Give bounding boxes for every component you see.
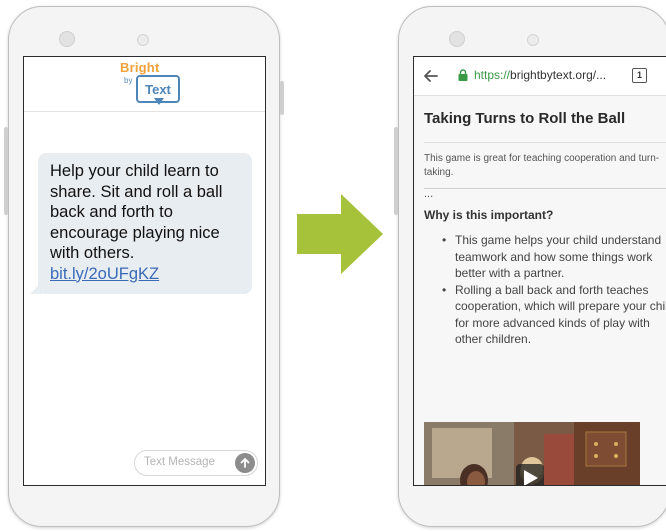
message-text: Help your child learn to share. Sit and … xyxy=(50,162,223,262)
logo-speech-tail xyxy=(154,98,164,105)
front-camera xyxy=(137,34,149,46)
browser-screen: https://brightbytext.org/... 1 Taking Tu… xyxy=(413,56,666,486)
section-heading: Why is this important? xyxy=(424,208,554,222)
send-button[interactable] xyxy=(235,453,255,473)
volume-button xyxy=(394,127,398,215)
tab-switcher-icon[interactable]: 1 xyxy=(632,68,647,83)
earpiece-dot xyxy=(59,31,75,47)
text-message-input[interactable]: Text Message xyxy=(134,450,258,476)
sms-header: Bright by Text xyxy=(24,57,265,112)
logo-by-text: by xyxy=(124,76,133,85)
url-scheme: https:// xyxy=(474,68,511,82)
page-title: Taking Turns to Roll the Ball xyxy=(424,110,626,127)
web-page-content: Taking Turns to Roll the Ball This game … xyxy=(414,96,666,485)
bullet-list: • This game helps your child understand … xyxy=(414,232,666,348)
url-field[interactable]: https://brightbytext.org/... xyxy=(474,68,606,82)
power-button xyxy=(280,81,284,115)
url-host: brightbytext.org/... xyxy=(510,68,607,82)
page-description: This game is great for teaching cooperat… xyxy=(424,153,660,178)
browser-phone: https://brightbytext.org/... 1 Taking Tu… xyxy=(394,6,666,527)
list-item: • This game helps your child understand … xyxy=(414,232,666,282)
send-arrow-icon xyxy=(240,457,250,468)
play-button[interactable] xyxy=(516,464,544,485)
lock-icon xyxy=(458,69,468,81)
description-divider xyxy=(424,188,666,189)
bullet-dot: • xyxy=(442,282,447,297)
play-icon xyxy=(524,470,538,485)
right-arrow-icon xyxy=(297,194,383,274)
earpiece-dot xyxy=(449,31,465,47)
title-divider xyxy=(424,142,666,143)
bullet-dot: • xyxy=(442,233,447,247)
browser-url-bar: https://brightbytext.org/... 1 xyxy=(414,57,666,96)
bullet-text: Rolling a ball back and forth teaches co… xyxy=(455,282,666,347)
list-item: • Rolling a ball back and forth teaches … xyxy=(414,282,666,348)
sms-phone: Bright by Text Help your child learn to … xyxy=(4,6,284,527)
bullet-text: This game helps your child understand te… xyxy=(455,233,662,280)
logo-bright-text: Bright xyxy=(120,60,160,75)
front-camera xyxy=(527,34,539,46)
video-player[interactable] xyxy=(424,422,640,485)
message-bubble: Help your child learn to share. Sit and … xyxy=(30,153,252,294)
back-arrow-icon[interactable] xyxy=(422,67,440,85)
logo-text-label: Text xyxy=(145,81,171,97)
content-ellipsis: ... xyxy=(424,188,434,200)
bright-by-text-logo: Bright by Text xyxy=(120,60,180,108)
text-message-placeholder: Text Message xyxy=(144,456,215,468)
volume-button xyxy=(4,127,8,215)
sms-screen: Bright by Text Help your child learn to … xyxy=(23,56,266,486)
tab-count: 1 xyxy=(636,70,642,80)
bubble-tail xyxy=(30,282,42,294)
message-link[interactable]: bit.ly/2oUFgKZ xyxy=(50,265,159,283)
